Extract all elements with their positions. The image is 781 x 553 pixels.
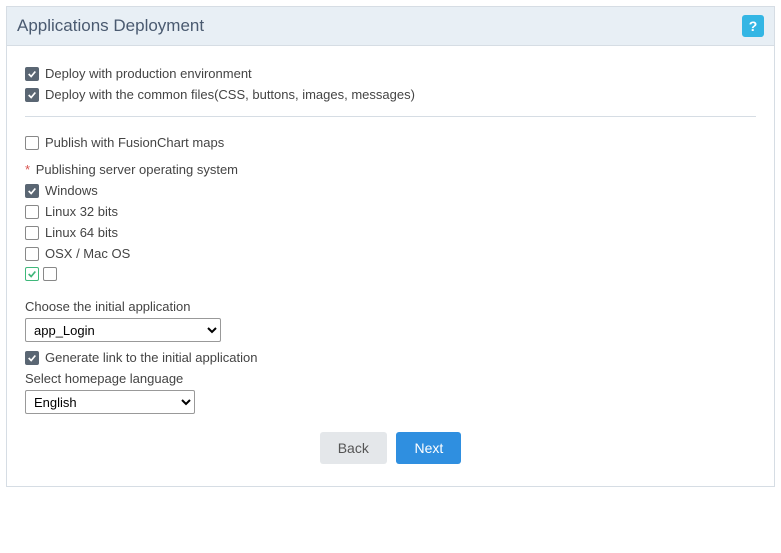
- next-button[interactable]: Next: [396, 432, 461, 464]
- checkbox-os-osx[interactable]: [25, 247, 39, 261]
- checkbox-os-linux32[interactable]: [25, 205, 39, 219]
- row-os-extra: [25, 267, 756, 281]
- checkbox-extra-1[interactable]: [25, 267, 39, 281]
- checkbox-fusionchart[interactable]: [25, 136, 39, 150]
- panel-title: Applications Deployment: [17, 16, 204, 36]
- label-os-osx: OSX / Mac OS: [45, 246, 130, 261]
- label-os-windows: Windows: [45, 183, 98, 198]
- label-deploy-production: Deploy with production environment: [45, 66, 252, 81]
- divider: [25, 116, 756, 117]
- label-os-linux32: Linux 32 bits: [45, 204, 118, 219]
- row-os-linux32: Linux 32 bits: [25, 204, 756, 219]
- row-os-linux64: Linux 64 bits: [25, 225, 756, 240]
- checkbox-deploy-common[interactable]: [25, 88, 39, 102]
- checkbox-os-windows[interactable]: [25, 184, 39, 198]
- homepage-lang-select[interactable]: English: [25, 390, 195, 414]
- label-deploy-common: Deploy with the common files(CSS, button…: [45, 87, 415, 102]
- label-os-linux64: Linux 64 bits: [45, 225, 118, 240]
- row-fusionchart: Publish with FusionChart maps: [25, 135, 756, 150]
- checkbox-extra-2[interactable]: [43, 267, 57, 281]
- help-icon[interactable]: ?: [742, 15, 764, 37]
- homepage-lang-label: Select homepage language: [25, 371, 756, 386]
- row-deploy-common: Deploy with the common files(CSS, button…: [25, 87, 756, 102]
- row-deploy-production: Deploy with production environment: [25, 66, 756, 81]
- row-os-osx: OSX / Mac OS: [25, 246, 756, 261]
- panel-body: Deploy with production environment Deplo…: [7, 46, 774, 486]
- footer-actions: Back Next: [25, 414, 756, 468]
- deployment-panel: Applications Deployment ? Deploy with pr…: [6, 6, 775, 487]
- panel-header: Applications Deployment ?: [7, 7, 774, 46]
- row-os-windows: Windows: [25, 183, 756, 198]
- label-generate-link: Generate link to the initial application: [45, 350, 257, 365]
- checkbox-deploy-production[interactable]: [25, 67, 39, 81]
- checkbox-os-linux64[interactable]: [25, 226, 39, 240]
- checkbox-generate-link[interactable]: [25, 351, 39, 365]
- label-fusionchart: Publish with FusionChart maps: [45, 135, 224, 150]
- back-button[interactable]: Back: [320, 432, 387, 464]
- initial-app-label: Choose the initial application: [25, 299, 756, 314]
- initial-app-select[interactable]: app_Login: [25, 318, 221, 342]
- row-generate-link: Generate link to the initial application: [25, 350, 756, 365]
- os-list: Windows Linux 32 bits Linux 64 bits OSX …: [25, 183, 756, 281]
- os-section-label: * Publishing server operating system: [25, 162, 756, 177]
- required-star-icon: *: [25, 162, 30, 177]
